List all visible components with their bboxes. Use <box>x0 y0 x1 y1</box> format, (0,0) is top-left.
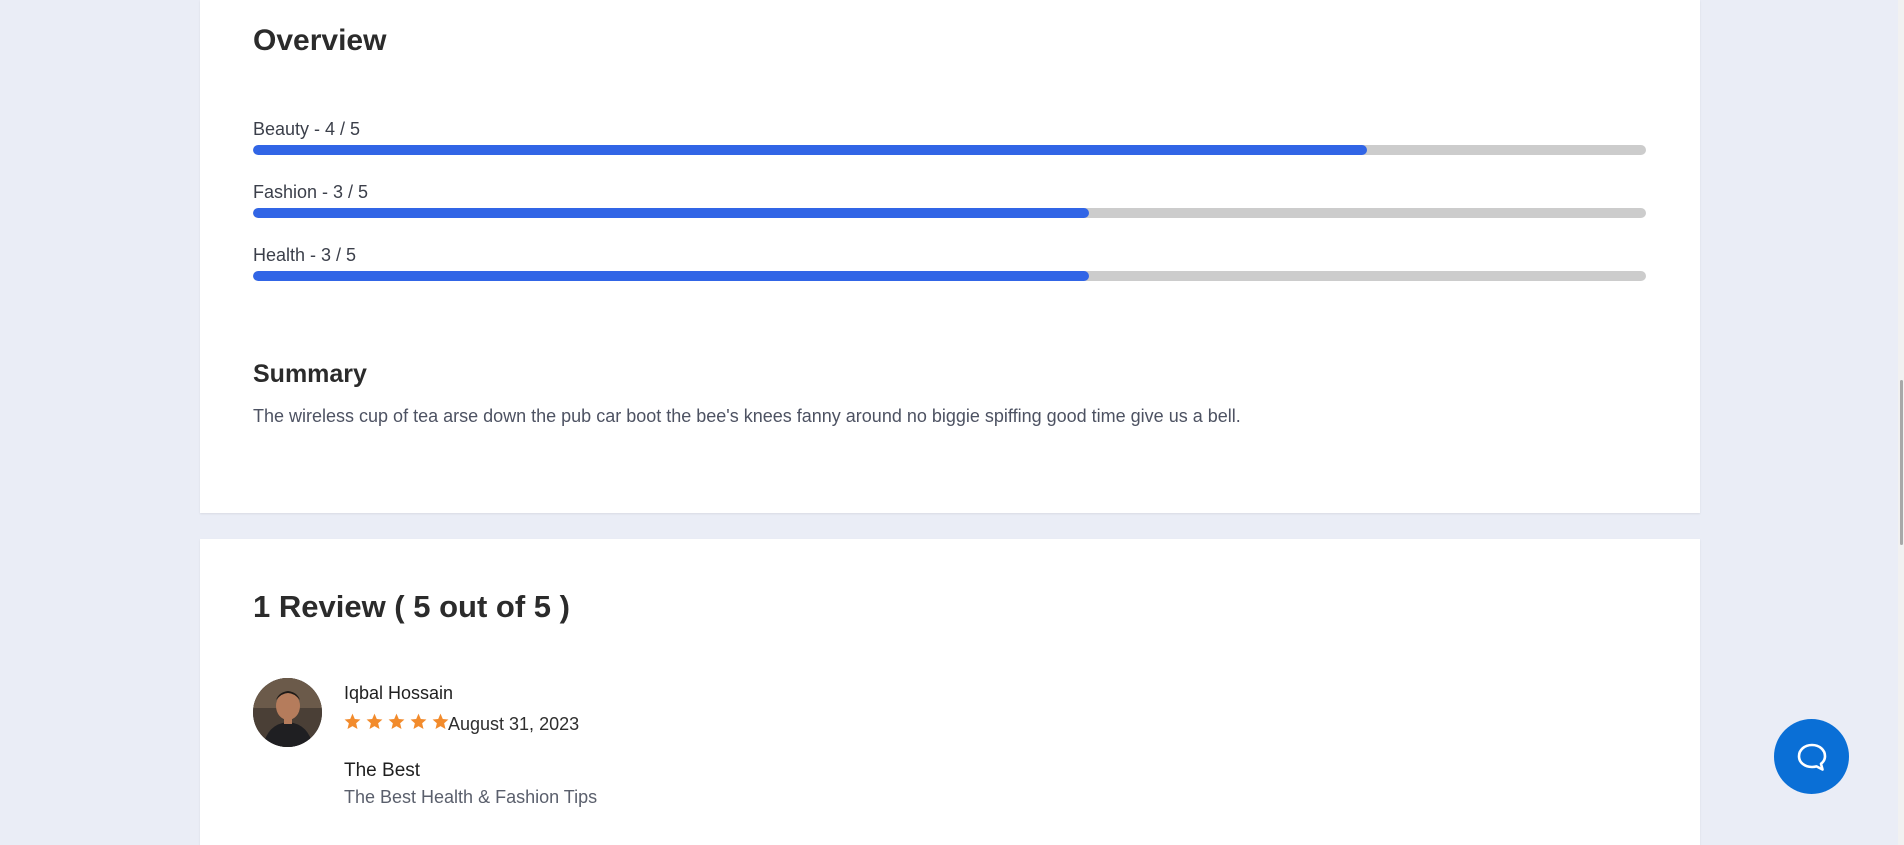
rating-bar-fill <box>253 271 1089 281</box>
summary-text: The wireless cup of tea arse down the pu… <box>253 406 1241 426</box>
rating-fashion: Fashion - 3 / 5 <box>253 181 1646 218</box>
reviews-title: 1 Review ( 5 out of 5 ) <box>253 589 570 624</box>
review-stars <box>343 712 450 734</box>
avatar-image <box>253 678 322 747</box>
star-icon <box>366 713 383 730</box>
reviewer-avatar <box>253 678 322 747</box>
chat-button[interactable] <box>1774 719 1849 794</box>
page: Overview Beauty - 4 / 5 Fashion - 3 / 5 … <box>0 0 1904 845</box>
star-icon <box>344 713 361 730</box>
summary-title: Summary <box>253 360 367 388</box>
rating-bar-track <box>253 271 1646 281</box>
review-date: August 31, 2023 <box>448 714 580 734</box>
overview-card: Overview Beauty - 4 / 5 Fashion - 3 / 5 … <box>200 0 1700 513</box>
rating-bar-fill <box>253 145 1368 155</box>
star-icon <box>388 713 405 730</box>
rating-label: Fashion - 3 / 5 <box>253 182 369 202</box>
review-heading: The Best <box>344 760 421 781</box>
chat-bubble-icon <box>1797 743 1826 771</box>
rating-label: Health - 3 / 5 <box>253 245 357 265</box>
rating-bar-track <box>253 208 1646 218</box>
overview-title: Overview <box>253 24 387 57</box>
reviews-card: 1 Review ( 5 out of 5 ) Iqbal Hossain Au… <box>200 539 1700 845</box>
review-body: The Best Health & Fashion Tips <box>344 787 598 807</box>
rating-bar-fill <box>253 208 1089 218</box>
rating-bar-track <box>253 145 1646 155</box>
rating-beauty: Beauty - 4 / 5 <box>253 118 1646 155</box>
star-icon <box>410 713 427 730</box>
reviewer-name: Iqbal Hossain <box>344 683 454 703</box>
rating-health: Health - 3 / 5 <box>253 244 1646 281</box>
scrollbar-thumb[interactable] <box>1900 380 1903 545</box>
rating-label: Beauty - 4 / 5 <box>253 119 361 139</box>
